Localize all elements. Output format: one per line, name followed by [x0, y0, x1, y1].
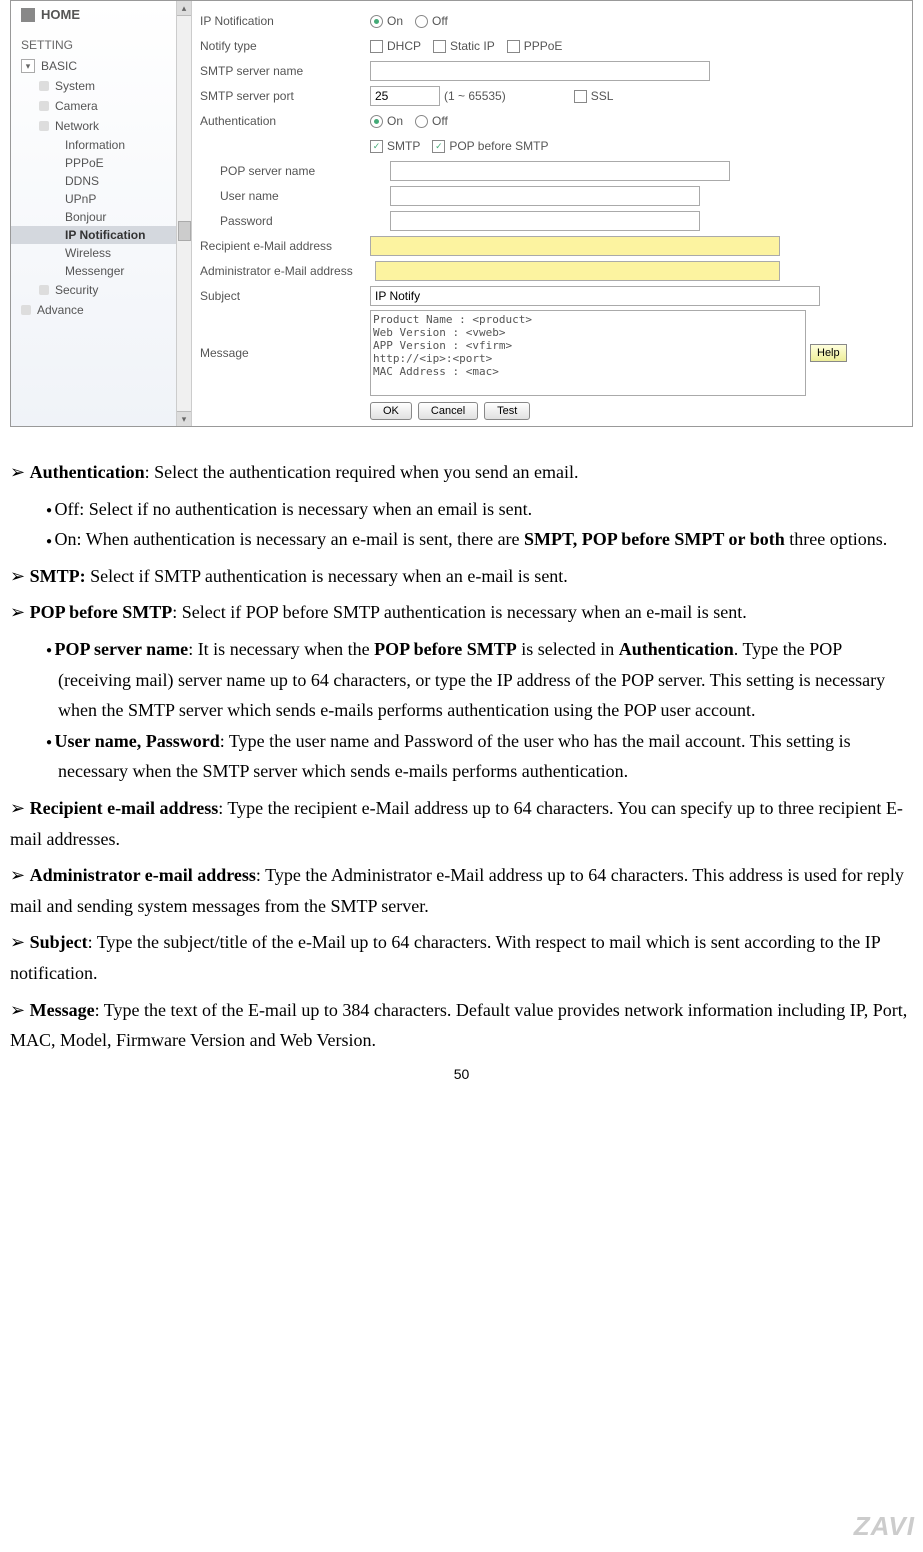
page-number: 50 [10, 1066, 913, 1082]
input-password[interactable] [390, 211, 700, 231]
input-smtp-port[interactable] [370, 86, 440, 106]
ok-button[interactable]: OK [370, 402, 412, 420]
label-password: Password [200, 214, 390, 228]
nav-camera[interactable]: Camera [11, 96, 191, 116]
label-smtp-server-name: SMTP server name [200, 64, 370, 78]
advance-label: Advance [37, 303, 84, 317]
sidebar-scrollbar[interactable]: ▴ ▾ [176, 1, 191, 426]
label-admin-email: Administrator e-Mail address [200, 264, 375, 278]
nav-advance[interactable]: Advance [11, 300, 191, 320]
nav-messenger[interactable]: Messenger [11, 262, 191, 280]
label-ip-notification: IP Notification [200, 14, 370, 28]
input-smtp-server-name[interactable] [370, 61, 710, 81]
checkbox-pop-before-smtp[interactable]: POP before SMTP [432, 139, 548, 153]
system-label: System [55, 79, 95, 93]
input-subject[interactable] [370, 286, 820, 306]
nav-ddns[interactable]: DDNS [11, 172, 191, 190]
radio-auth-on[interactable]: On [370, 114, 403, 128]
input-pop-server-name[interactable] [390, 161, 730, 181]
page-icon [21, 305, 31, 315]
nav-upnp[interactable]: UPnP [11, 190, 191, 208]
checkbox-ssl[interactable]: SSL [574, 89, 614, 103]
label-message: Message [200, 346, 370, 360]
nav-system[interactable]: System [11, 76, 191, 96]
textarea-message[interactable]: Product Name : <product> Web Version : <… [370, 310, 806, 396]
label-user-name: User name [200, 189, 390, 203]
page-icon [39, 285, 49, 295]
scroll-down-icon[interactable]: ▾ [177, 411, 191, 426]
nav-bonjour[interactable]: Bonjour [11, 208, 191, 226]
camera-label: Camera [55, 99, 98, 113]
input-admin-email[interactable] [375, 261, 780, 281]
documentation-text: Authentication: Select the authenticatio… [10, 457, 913, 1056]
checkbox-pppoe[interactable]: PPPoE [507, 39, 563, 53]
security-label: Security [55, 283, 98, 297]
nav-wireless[interactable]: Wireless [11, 244, 191, 262]
sidebar: HOME SETTING ▾ BASIC System Camera Netwo… [11, 1, 192, 426]
help-button[interactable]: Help [810, 344, 847, 362]
page-icon [39, 101, 49, 111]
label-smtp-server-port: SMTP server port [200, 89, 370, 103]
network-label: Network [55, 119, 99, 133]
scroll-up-icon[interactable]: ▴ [177, 1, 191, 16]
radio-auth-off[interactable]: Off [415, 114, 448, 128]
nav-network[interactable]: Network [11, 116, 191, 136]
scroll-thumb[interactable] [178, 221, 191, 241]
label-notify-type: Notify type [200, 39, 370, 53]
nav-information[interactable]: Information [11, 136, 191, 154]
checkbox-static-ip[interactable]: Static IP [433, 39, 495, 53]
nav-security[interactable]: Security [11, 280, 191, 300]
home-label: HOME [41, 7, 80, 22]
basic-label: BASIC [41, 59, 77, 73]
input-user-name[interactable] [390, 186, 700, 206]
label-subject: Subject [200, 289, 370, 303]
page-icon [39, 81, 49, 91]
page-icon [39, 121, 49, 131]
nav-ip-notification[interactable]: IP Notification [11, 226, 191, 244]
checkbox-smtp[interactable]: SMTP [370, 139, 420, 153]
nav-setting-header: SETTING [11, 28, 191, 56]
nav-pppoe[interactable]: PPPoE [11, 154, 191, 172]
port-range: (1 ~ 65535) [444, 89, 506, 103]
checkbox-dhcp[interactable]: DHCP [370, 39, 421, 53]
cancel-button[interactable]: Cancel [418, 402, 478, 420]
label-authentication: Authentication [200, 114, 370, 128]
radio-ipnotify-on[interactable]: On [370, 14, 403, 28]
radio-ipnotify-off[interactable]: Off [415, 14, 448, 28]
settings-form: IP Notification On Off Notify type DHCP … [192, 1, 912, 426]
watermark: ZAVI [854, 1511, 915, 1542]
nav-home[interactable]: HOME [11, 1, 191, 28]
input-recipient-email[interactable] [370, 236, 780, 256]
nav-basic[interactable]: ▾ BASIC [11, 56, 191, 76]
home-icon [21, 8, 35, 22]
chevron-down-icon: ▾ [21, 59, 35, 73]
config-screenshot: HOME SETTING ▾ BASIC System Camera Netwo… [10, 0, 913, 427]
label-pop-server-name: POP server name [200, 164, 390, 178]
label-recipient-email: Recipient e-Mail address [200, 239, 370, 253]
test-button[interactable]: Test [484, 402, 530, 420]
